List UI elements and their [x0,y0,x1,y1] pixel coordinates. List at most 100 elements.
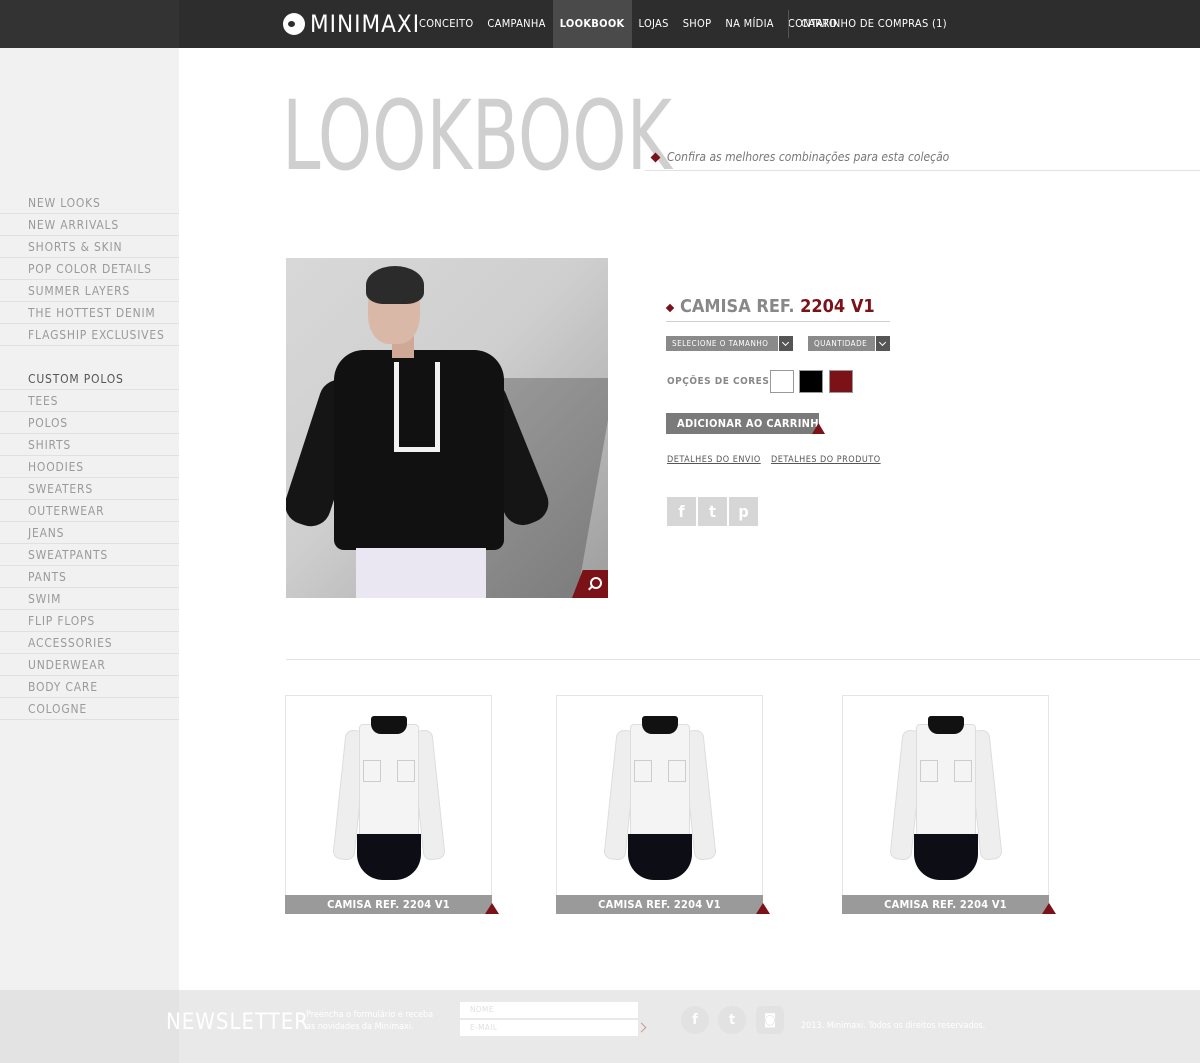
shirt-black-hem [914,834,978,880]
logo-circle-icon [283,13,305,35]
nav-item-lojas[interactable]: LOJAS [632,0,676,48]
size-select[interactable]: SELECIONE O TAMANHO [666,336,793,351]
sidebar-item-sweaters[interactable]: SWEATERS [0,478,179,500]
color-swatch-black[interactable] [799,370,823,393]
sidebar-item-flip-flops[interactable]: FLIP FLOPS [0,610,179,632]
size-select-label: SELECIONE O TAMANHO [672,339,769,348]
footer-facebook-icon[interactable]: f [681,1006,709,1034]
footer-instagram-icon[interactable]: ◙ [756,1006,784,1034]
related-product-image [603,716,717,880]
newsletter-submit-arrow-icon[interactable] [638,1020,648,1036]
sidebar-list-categories: CUSTOM POLOS TEES POLOS SHIRTS HOODIES S… [0,368,179,720]
color-options-label: OPÇÕES DE CORES [667,376,770,387]
twitter-share-icon[interactable]: t [698,497,727,526]
nav-item-conceito[interactable]: CONCEITO [412,0,480,48]
sidebar-item-hoodies[interactable]: HOODIES [0,456,179,478]
page-tagline: Confira as melhores combinações para est… [667,150,950,164]
footer-twitter-icon[interactable]: t [718,1006,746,1034]
shirt-collar [642,716,678,734]
sidebar-item-custom-polos[interactable]: CUSTOM POLOS [0,368,179,390]
zoom-icon [590,577,602,589]
sidebar-item-jeans[interactable]: JEANS [0,522,179,544]
sidebar-list-looks: NEW LOOKS NEW ARRIVALS SHORTS & SKIN POP… [0,192,179,346]
nav-item-lookbook[interactable]: LOOKBOOK [552,0,632,48]
sidebar-item-new-arrivals[interactable]: NEW ARRIVALS [0,214,179,236]
add-to-cart-button[interactable]: ADICIONAR AO CARRINHO [666,413,827,434]
sidebar-item-shirts[interactable]: SHIRTS [0,434,179,456]
topbar-left-shade [0,0,179,48]
chevron-down-icon [778,336,793,351]
color-swatch-burgundy[interactable] [829,370,853,393]
related-product-card[interactable]: CAMISA REF. 2204 V1 [556,695,770,914]
related-product-label: CAMISA REF. 2204 V1 [556,895,763,914]
sidebar-item-underwear[interactable]: UNDERWEAR [0,654,179,676]
product-details-link[interactable]: DETALHES DO PRODUTO [771,455,881,465]
section-divider [286,659,1200,660]
related-product-card[interactable]: CAMISA REF. 2204 V1 [842,695,1056,914]
sidebar-item-accessories[interactable]: ACCESSORIES [0,632,179,654]
copyright-text: 2013. Minimaxi. Todos os direitos reserv… [801,1021,986,1031]
sidebar-item-new-looks[interactable]: NEW LOOKS [0,192,179,214]
nav-item-campanha[interactable]: CAMPANHA [480,0,552,48]
newsletter-title: NEWSLETTER [166,1010,310,1035]
sidebar-item-summer-layers[interactable]: SUMMER LAYERS [0,280,179,302]
logo-wordmark: MINIMAXI [310,11,420,37]
newsletter-email-field[interactable]: E-MAIL [460,1020,638,1036]
category-sidebar: NEW LOOKS NEW ARRIVALS SHORTS & SKIN POP… [0,48,179,1063]
quantity-select[interactable]: QUANTIDADE [808,336,890,351]
top-navigation-bar: MINIMAXI CONCEITO CAMPANHA LOOKBOOK LOJA… [0,0,1200,48]
sidebar-item-sweatpants[interactable]: SWEATPANTS [0,544,179,566]
shirt-pocket-right [397,760,415,782]
footer-sidebar-shade [0,990,179,1063]
logo-mini-text: MINI [310,10,362,38]
nav-item-na-midia[interactable]: NA MÍDIA [718,0,780,48]
nav-item-shop[interactable]: SHOP [676,0,719,48]
facebook-share-icon[interactable]: f [667,497,696,526]
sidebar-item-polos[interactable]: POLOS [0,412,179,434]
product-photo[interactable] [286,258,608,598]
color-swatch-white[interactable] [770,370,794,393]
newsletter-name-field[interactable]: NOME [460,1002,638,1018]
related-product-image [332,716,446,880]
sidebar-item-pants[interactable]: PANTS [0,566,179,588]
shirt-black-hem [357,834,421,880]
shirt-pocket-right [954,760,972,782]
product-title-divider [666,321,890,322]
product-title-prefix: CAMISA REF. [680,296,795,317]
shirt-black-hem [628,834,692,880]
related-product-label: CAMISA REF. 2204 V1 [285,895,492,914]
sidebar-item-outerwear[interactable]: OUTERWEAR [0,500,179,522]
newsletter-description: Preencha o formulário e receba as novida… [306,1010,434,1032]
quantity-select-label: QUANTIDADE [814,339,868,348]
main-nav: CONCEITO CAMPANHA LOOKBOOK LOJAS SHOP NA… [412,0,844,48]
sidebar-item-hottest-denim[interactable]: THE HOTTEST DENIM [0,302,179,324]
newsletter-form: NOME E-MAIL [442,1002,647,1038]
product-title-code: 2204 V1 [794,296,875,317]
sidebar-item-flagship-exclusives[interactable]: FLAGSHIP EXCLUSIVES [0,324,179,346]
shirt-pocket-left [363,760,381,782]
shipping-details-link[interactable]: DETALHES DO ENVIO [667,455,761,465]
photo-shirt-placket [394,362,440,452]
related-product-label: CAMISA REF. 2204 V1 [842,895,1049,914]
shirt-collar [371,716,407,734]
sidebar-item-swim[interactable]: SWIM [0,588,179,610]
sidebar-item-tees[interactable]: TEES [0,390,179,412]
cart-link[interactable]: CARRINHO DE COMPRAS (1) [801,0,947,48]
minimaxi-logo[interactable]: MINIMAXI [283,11,420,37]
related-product-card[interactable]: CAMISA REF. 2204 V1 [285,695,499,914]
shirt-collar [928,716,964,734]
sidebar-item-shorts-skin[interactable]: SHORTS & SKIN [0,236,179,258]
nav-divider [788,10,789,38]
sidebar-item-pop-color-details[interactable]: POP COLOR DETAILS [0,258,179,280]
page-title: LOOKBOOK [282,80,672,192]
sidebar-item-cologne[interactable]: COLOGNE [0,698,179,720]
title-divider [645,170,1200,171]
sidebar-item-body-care[interactable]: BODY CARE [0,676,179,698]
photo-white-pants [356,548,486,598]
pinterest-share-icon[interactable]: p [729,497,758,526]
shirt-pocket-left [920,760,938,782]
related-product-image [889,716,1003,880]
chevron-down-icon [875,336,890,351]
product-title-diamond-icon [665,303,675,313]
shirt-pocket-right [668,760,686,782]
